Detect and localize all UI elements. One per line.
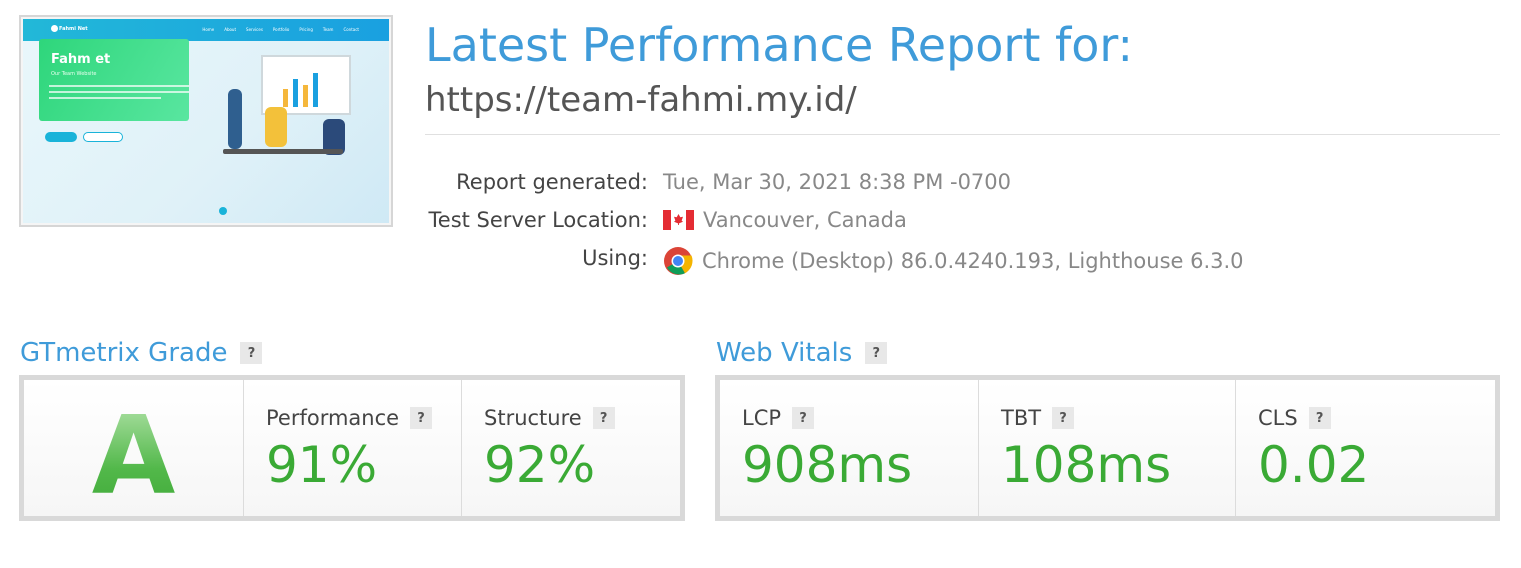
meta-server-location: Test Server Location: Vancouver, Canada — [425, 208, 1500, 238]
tbt-value: 108ms — [1001, 436, 1172, 494]
thumbnail-table-illustration — [223, 149, 343, 154]
performance-label: Performance — [266, 406, 400, 430]
structure-label-row: Structure ? — [484, 406, 615, 430]
lcp-label-row: LCP ? — [742, 406, 815, 430]
help-icon[interactable]: ? — [592, 407, 615, 429]
thumbnail-hero-title: Fahm et — [51, 52, 111, 67]
performance-label-row: Performance ? — [266, 406, 433, 430]
meta-value-wrap: Chrome (Desktop) 86.0.4240.193, Lighthou… — [663, 246, 1244, 276]
help-icon[interactable]: ? — [410, 407, 433, 429]
thumbnail-watch-video-button — [83, 132, 123, 142]
help-icon[interactable]: ? — [1052, 407, 1075, 429]
thumbnail-menu-item: Home — [202, 27, 215, 32]
meta-label: Report generated: — [456, 170, 648, 194]
site-screenshot-thumbnail[interactable]: Fahmi Net Home About Services Portfolio … — [19, 15, 393, 227]
gtmetrix-grade-panel: A Performance ? 91% Structure ? 92% — [19, 375, 685, 521]
meta-value: Tue, Mar 30, 2021 8:38 PM -0700 — [663, 170, 1012, 194]
thumbnail-menu-item: Team — [322, 27, 334, 32]
lcp-cell: LCP ? 908ms — [720, 380, 978, 516]
thumbnail-menu-item: Portfolio — [272, 27, 290, 32]
thumbnail-image: Fahmi Net Home About Services Portfolio … — [23, 19, 389, 223]
report-title: Latest Performance Report for: — [425, 18, 1133, 72]
header-divider — [425, 134, 1500, 135]
meta-using: Using: Chrome (Desktop) 86.0.4240.193, L… — [425, 246, 1500, 276]
meta-label: Using: — [582, 246, 648, 270]
cls-cell: CLS ? 0.02 — [1235, 380, 1495, 516]
report-url[interactable]: https://team-fahmi.my.id/ — [425, 80, 857, 120]
gtmetrix-grade-heading: GTmetrix Grade ? — [20, 338, 263, 368]
thumbnail-whiteboard-illustration — [261, 55, 351, 115]
thumbnail-menu-item: Contact — [343, 27, 359, 32]
thumbnail-menu-item: Pricing — [299, 27, 313, 32]
structure-label: Structure — [484, 406, 582, 430]
structure-cell: Structure ? 92% — [461, 380, 680, 516]
meta-report-generated: Report generated: Tue, Mar 30, 2021 8:38… — [425, 170, 1500, 200]
thumbnail-person-illustration — [265, 107, 287, 147]
thumbnail-scroll-dot-icon — [219, 207, 227, 215]
tbt-label: TBT — [1001, 406, 1042, 430]
cls-label-row: CLS ? — [1258, 406, 1331, 430]
thumbnail-menu-item: Services — [246, 27, 263, 32]
web-vitals-panel: LCP ? 908ms TBT ? 108ms CLS ? 0.02 — [715, 375, 1500, 521]
help-icon[interactable]: ? — [865, 342, 888, 364]
cls-label: CLS — [1258, 406, 1298, 430]
web-vitals-heading: Web Vitals ? — [716, 338, 888, 368]
section-title: GTmetrix Grade — [20, 338, 228, 368]
thumbnail-brand: Fahmi Net — [59, 26, 88, 32]
thumbnail-hero-subtitle: Our Team Website — [51, 71, 97, 77]
thumbnail-menu-item: About — [224, 27, 237, 32]
meta-value: Vancouver, Canada — [703, 208, 907, 232]
thumbnail-person-illustration — [228, 89, 242, 149]
help-icon[interactable]: ? — [240, 342, 263, 364]
section-title: Web Vitals — [716, 338, 853, 368]
lcp-label: LCP — [742, 406, 782, 430]
chrome-icon — [664, 247, 693, 275]
cls-value: 0.02 — [1258, 436, 1370, 494]
thumbnail-get-started-button — [45, 132, 77, 142]
lcp-value: 908ms — [742, 436, 913, 494]
tbt-label-row: TBT ? — [1001, 406, 1075, 430]
performance-score: 91% — [266, 436, 378, 494]
meta-value: Chrome (Desktop) 86.0.4240.193, Lighthou… — [702, 249, 1244, 273]
help-icon[interactable]: ? — [792, 407, 815, 429]
grade-letter: A — [24, 394, 243, 519]
meta-value-wrap: Vancouver, Canada — [663, 208, 907, 232]
canada-flag-icon — [663, 210, 694, 230]
thumbnail-logo-icon — [51, 25, 58, 32]
thumbnail-menu: Home About Services Portfolio Pricing Te… — [202, 27, 359, 32]
thumbnail-hero-text-lines — [49, 85, 189, 103]
grade-cell: A — [24, 380, 243, 519]
structure-score: 92% — [484, 436, 596, 494]
performance-cell: Performance ? 91% — [243, 380, 461, 516]
meta-label: Test Server Location: — [428, 208, 648, 232]
tbt-cell: TBT ? 108ms — [978, 380, 1235, 516]
help-icon[interactable]: ? — [1308, 407, 1331, 429]
